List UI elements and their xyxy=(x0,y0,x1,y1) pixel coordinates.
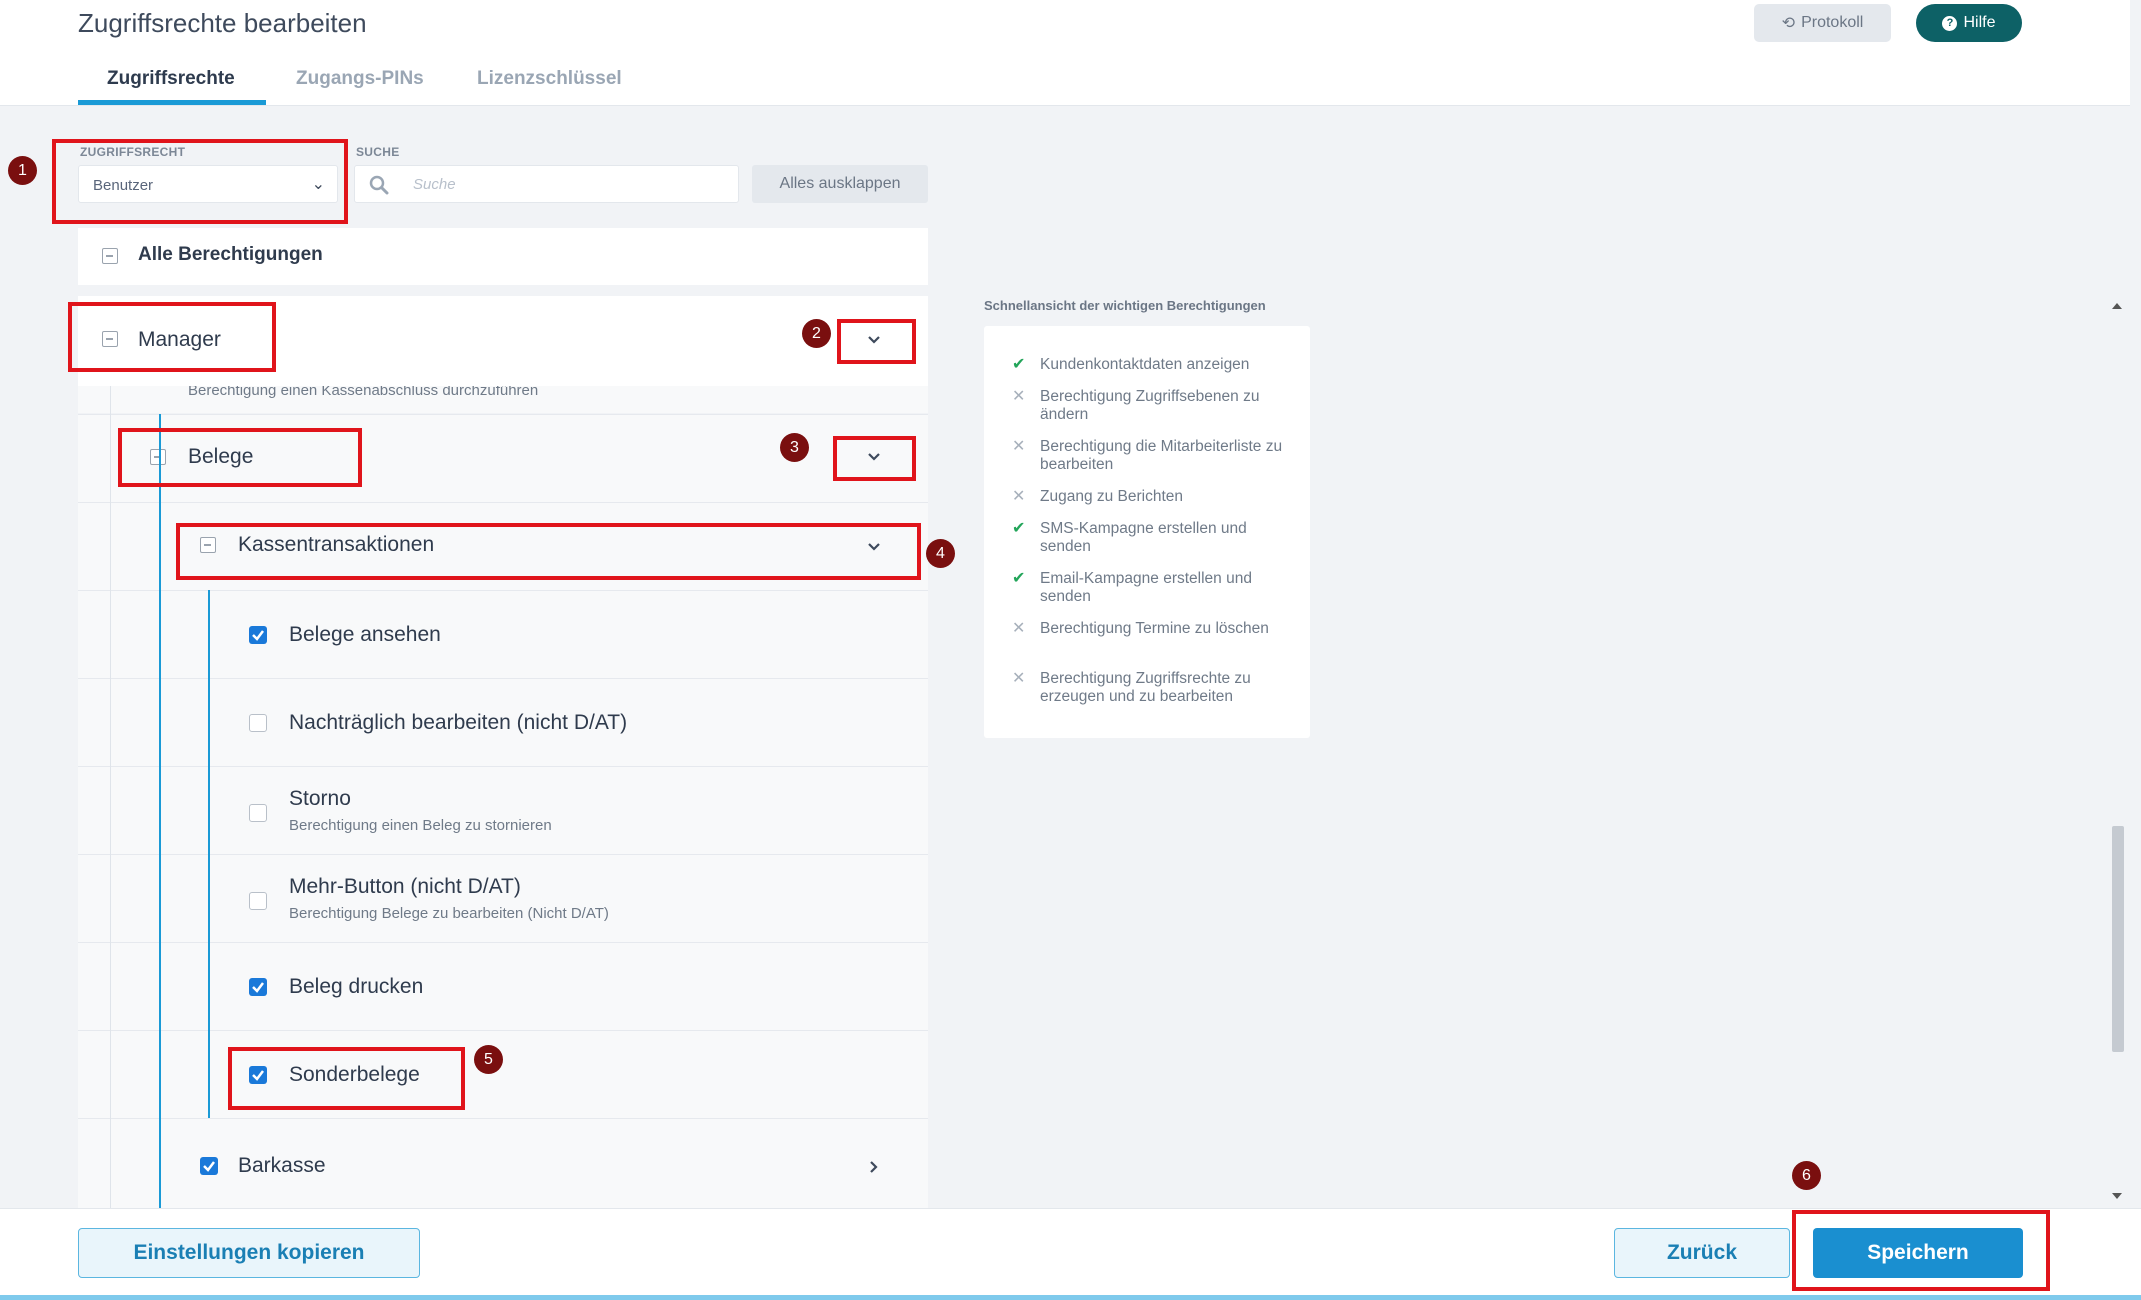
tab-lizenzschluessel[interactable]: Lizenzschlüssel xyxy=(477,68,622,90)
back-button[interactable]: Zurück xyxy=(1614,1228,1790,1278)
check-icon: ✔ xyxy=(1012,520,1026,537)
quick-item: Berechtigung Zugriffsrechte zu erzeugen … xyxy=(1040,670,1251,705)
checkbox-checked[interactable] xyxy=(249,978,267,996)
tab-zugriffsrechte[interactable]: Zugriffsrechte xyxy=(107,68,235,90)
permission-row-storno[interactable]: Storno Berechtigung einen Beleg zu storn… xyxy=(78,766,928,854)
collapse-minus-icon[interactable] xyxy=(102,248,118,264)
barkasse-row[interactable]: Barkasse xyxy=(78,1118,928,1208)
question-circle-icon: ? xyxy=(1942,15,1958,31)
checkbox-unchecked[interactable] xyxy=(249,892,267,910)
permission-description: Berechtigung Belege zu bearbeiten (Nicht… xyxy=(289,905,609,922)
search-placeholder: Suche xyxy=(413,176,456,193)
quick-item: Berechtigung Zugriffsebenen zu ändern xyxy=(1040,388,1260,423)
quick-view-title: Schnellansicht der wichtigen Berechtigun… xyxy=(984,298,1266,313)
scroll-up-arrow-icon[interactable] xyxy=(2111,302,2123,310)
cross-icon: ✕ xyxy=(1012,620,1026,637)
annotation-box-1 xyxy=(52,139,348,224)
permission-label: Belege ansehen xyxy=(289,623,441,646)
all-permissions-label: Alle Berechtigungen xyxy=(138,244,323,265)
cut-off-row: Berechtigung einen Kassenabschluss durch… xyxy=(78,386,928,413)
all-permissions-row[interactable]: Alle Berechtigungen xyxy=(78,228,928,285)
cross-icon: ✕ xyxy=(1012,388,1026,405)
cut-off-description: Berechtigung einen Kassenabschluss durch… xyxy=(188,386,539,399)
quick-item: SMS-Kampagne erstellen und senden xyxy=(1040,520,1247,555)
history-icon: ⟲ xyxy=(1781,15,1796,32)
annotation-box-4 xyxy=(176,523,921,580)
page-title: Zugriffsrechte bearbeiten xyxy=(78,8,367,38)
annotation-box-6 xyxy=(1792,1210,2050,1291)
cross-icon: ✕ xyxy=(1012,488,1026,505)
barkasse-label: Barkasse xyxy=(238,1154,326,1177)
permission-row-sonderbelege[interactable]: Sonderbelege xyxy=(78,1030,928,1118)
page-header: Zugriffsrechte bearbeiten Zugriffsrechte… xyxy=(0,0,2130,106)
cross-icon: ✕ xyxy=(1012,438,1026,455)
annotation-box-2 xyxy=(837,319,916,364)
tree-guide-line xyxy=(159,414,161,1208)
quick-item: Berechtigung die Mitarbeiterliste zu bea… xyxy=(1040,438,1283,473)
tab-zugangs-pins[interactable]: Zugangs-PINs xyxy=(296,68,424,90)
search-input[interactable]: Suche xyxy=(354,165,739,203)
permission-row-belege-ansehen[interactable]: Belege ansehen xyxy=(78,590,928,678)
scroll-down-arrow-icon[interactable] xyxy=(2111,1192,2123,1200)
active-tab-indicator xyxy=(78,100,266,105)
permission-row-mehr-button[interactable]: Mehr-Button (nicht D/AT) Berechtigung Be… xyxy=(78,854,928,942)
annotation-box-5 xyxy=(228,1047,465,1110)
permission-label: Storno xyxy=(289,787,351,810)
permission-label: Nachträglich bearbeiten (nicht D/AT) xyxy=(289,711,628,734)
permission-row-beleg-drucken[interactable]: Beleg drucken xyxy=(78,942,928,1030)
checkbox-checked[interactable] xyxy=(200,1157,218,1175)
search-icon xyxy=(369,175,389,195)
copy-settings-button[interactable]: Einstellungen kopieren xyxy=(78,1228,420,1278)
hilfe-label: Hilfe xyxy=(1963,14,1996,31)
annotation-marker-5: 5 xyxy=(474,1045,503,1074)
annotation-marker-4: 4 xyxy=(926,539,955,568)
tree-guide-line xyxy=(208,590,210,1118)
annotation-marker-1: 1 xyxy=(8,156,37,185)
check-icon: ✔ xyxy=(1012,570,1026,587)
tree-guide-line xyxy=(110,386,111,1208)
quick-item: Berechtigung Termine zu löschen xyxy=(1040,620,1269,637)
quick-item: Zugang zu Berichten xyxy=(1040,488,1184,505)
checkbox-unchecked[interactable] xyxy=(249,804,267,822)
annotation-box-belege xyxy=(118,428,362,487)
permission-row-nachtraeglich[interactable]: Nachträglich bearbeiten (nicht D/AT) xyxy=(78,678,928,766)
annotation-box-3 xyxy=(833,436,916,481)
annotation-marker-6: 6 xyxy=(1792,1161,1821,1190)
permission-label: Mehr-Button (nicht D/AT) xyxy=(289,875,521,898)
quick-view-panel: ✔ Kundenkontaktdaten anzeigen ✕ Berechti… xyxy=(984,326,1310,738)
protokoll-button[interactable]: ⟲ Protokoll xyxy=(1754,4,1891,42)
hilfe-button[interactable]: ? Hilfe xyxy=(1916,4,2022,42)
permission-description: Berechtigung einen Beleg zu stornieren xyxy=(289,817,552,834)
annotation-box-manager xyxy=(68,302,276,372)
annotation-marker-3: 3 xyxy=(780,433,809,462)
check-icon: ✔ xyxy=(1012,356,1026,373)
scrollbar-track[interactable] xyxy=(2110,296,2124,1206)
cross-icon: ✕ xyxy=(1012,670,1026,687)
footer-accent-line xyxy=(0,1295,2141,1300)
checkbox-unchecked[interactable] xyxy=(249,714,267,732)
scrollbar-thumb[interactable] xyxy=(2112,826,2124,1052)
chevron-right-icon[interactable] xyxy=(864,1157,884,1177)
annotation-marker-2: 2 xyxy=(802,319,831,348)
quick-item: Kundenkontaktdaten anzeigen xyxy=(1040,356,1250,373)
checkbox-checked[interactable] xyxy=(249,626,267,644)
expand-all-button[interactable]: Alles ausklappen xyxy=(752,165,928,203)
permission-label: Beleg drucken xyxy=(289,975,424,998)
search-label: SUCHE xyxy=(356,145,400,159)
quick-item: Email-Kampagne erstellen und senden xyxy=(1040,570,1252,605)
protokoll-label: Protokoll xyxy=(1801,14,1864,31)
